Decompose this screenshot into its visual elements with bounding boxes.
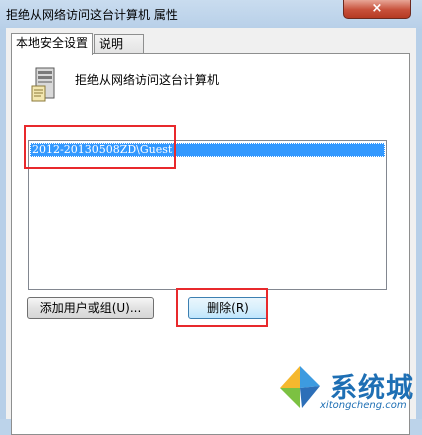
watermark-url: xitongcheng.com xyxy=(320,400,407,411)
title-bar[interactable]: 拒绝从网络访问这台计算机 属性 × xyxy=(0,0,422,28)
policy-name: 拒绝从网络访问这台计算机 xyxy=(75,73,220,87)
tab-label: 说明 xyxy=(99,37,124,51)
highlight-box-account xyxy=(24,125,176,169)
tab-local-security-setting[interactable]: 本地安全设置 xyxy=(11,33,94,55)
add-user-or-group-button[interactable]: 添加用户或组(U)... xyxy=(27,297,154,319)
xitongcheng-logo-icon xyxy=(280,366,320,408)
tab-explain[interactable]: 说明 xyxy=(94,34,144,54)
close-button[interactable]: × xyxy=(343,0,411,19)
properties-dialog: 拒绝从网络访问这台计算机 属性 × 本地安全设置 说明 拒绝从网络访问这台计算机 xyxy=(0,0,422,435)
watermark: 系统城 xitongcheng.com xyxy=(266,360,422,419)
window-title: 拒绝从网络访问这台计算机 属性 xyxy=(6,8,178,22)
highlight-box-remove xyxy=(176,288,268,327)
tab-label: 本地安全设置 xyxy=(16,36,89,50)
close-icon: × xyxy=(371,1,383,16)
server-icon xyxy=(31,67,55,102)
